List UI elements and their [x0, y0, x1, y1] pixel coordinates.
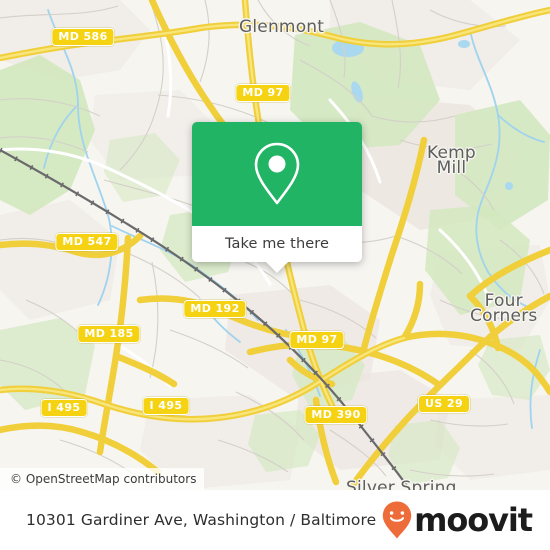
highway-shield-md-547[interactable]: MD 547	[55, 233, 119, 251]
address-label: 10301 Gardiner Ave, Washington / Baltimo…	[26, 511, 377, 529]
highway-shield-md-97-north[interactable]: MD 97	[235, 84, 291, 102]
moovit-logo[interactable]: moovit	[381, 500, 533, 540]
take-me-there-label: Take me there	[224, 236, 330, 252]
bottom-info-bar: 10301 Gardiner Ave, Washington / Baltimo…	[0, 490, 550, 550]
moovit-pin-icon	[382, 501, 412, 539]
highway-shield-md-185[interactable]: MD 185	[77, 325, 141, 343]
map-canvas[interactable]: Glenmont Kemp Mill Four Corners Silver S…	[0, 0, 550, 490]
popup-card-header	[192, 122, 362, 226]
highway-shield-md-586[interactable]: MD 586	[51, 28, 115, 46]
popup-card-tail	[266, 262, 288, 273]
highway-shield-md-390[interactable]: MD 390	[304, 406, 368, 424]
highway-shield-md-97-south[interactable]: MD 97	[289, 331, 345, 349]
moovit-wordmark: moovit	[414, 501, 533, 539]
moovit-map-screenshot: Glenmont Kemp Mill Four Corners Silver S…	[0, 0, 550, 550]
highway-shield-md-192[interactable]: MD 192	[183, 300, 247, 318]
highway-shield-i-495-east[interactable]: I 495	[142, 397, 190, 415]
map-pin-icon	[254, 142, 300, 205]
location-popup-card[interactable]: Take me there	[192, 122, 362, 273]
map-attribution[interactable]: © OpenStreetMap contributors	[0, 468, 205, 490]
highway-shield-i-495-west[interactable]: I 495	[40, 399, 88, 417]
highway-shield-us-29[interactable]: US 29	[418, 395, 470, 413]
popup-card-footer[interactable]: Take me there	[192, 226, 362, 273]
